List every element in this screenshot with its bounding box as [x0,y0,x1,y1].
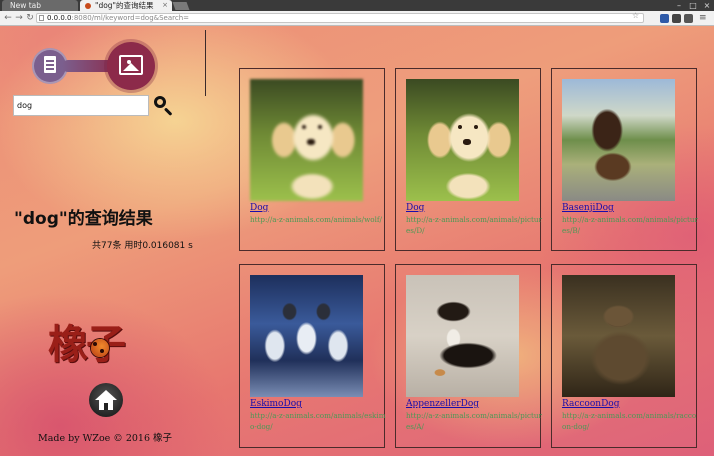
result-image[interactable] [562,79,675,201]
result-url: http://a-z-animals.com/animals/eskimo-do… [250,411,386,431]
page-icon [39,15,44,21]
bookmark-star-icon[interactable]: ☆ [632,11,639,20]
maximize-icon[interactable]: □ [686,0,700,11]
result-card[interactable]: RaccoonDog http://a-z-animals.com/animal… [551,264,697,448]
tab-new-tab[interactable]: New tab [2,0,78,11]
result-card[interactable]: EskimoDog http://a-z-animals.com/animals… [239,264,386,448]
tab-search-results[interactable]: "dog"的查询结果 × [80,0,172,11]
extension-icon[interactable] [684,14,693,23]
address-bar[interactable]: 0.0.0.0:8080/ml/keyword=dog&Search= [36,13,644,23]
close-icon[interactable]: × [162,0,168,11]
search-input[interactable] [13,95,149,116]
new-tab-button[interactable] [172,2,190,10]
result-title-link[interactable]: AppenzellerDog [406,399,479,409]
tab-label: "dog"的查询结果 [95,1,154,10]
result-url: http://a-z-animals.com/animals/pictures/… [406,215,542,235]
footer-credit: Made by WZoe © 2016 橡子 [38,433,173,444]
tab-label: New tab [10,1,42,10]
browser-tab-bar: New tab "dog"的查询结果 × – □ × [0,0,714,11]
vertical-divider [205,30,206,96]
result-card[interactable]: BasenjiDog http://a-z-animals.com/animal… [551,68,698,251]
home-button[interactable] [89,383,123,417]
result-url: http://a-z-animals.com/animals/pictures/… [562,215,698,235]
result-card[interactable]: Dog http://a-z-animals.com/animals/pictu… [395,68,542,251]
url-path: :8080/ml/keyword=dog&Search= [71,14,190,22]
result-title-link[interactable]: BasenjiDog [562,203,614,213]
result-card[interactable]: Dog http://a-z-animals.com/animals/wolf/ [239,68,385,251]
results-title: "dog"的查询结果 [14,209,153,229]
result-image[interactable] [250,79,363,201]
result-card[interactable]: AppenzellerDog http://a-z-animals.com/an… [395,264,542,448]
result-url: http://a-z-animals.com/animals/wolf/ [250,215,382,224]
result-image[interactable] [406,275,519,397]
result-title-link[interactable]: Dog [250,203,268,213]
browser-toolbar: ← → ↻ 0.0.0.0:8080/ml/keyword=dog&Search… [0,11,714,26]
result-title-link[interactable]: RaccoonDog [562,399,619,409]
image-search-icon[interactable] [107,42,155,90]
result-title-link[interactable]: EskimoDog [250,399,302,409]
results-stats: 共77条 用时0.016081 s [92,241,193,251]
ladybug-icon [91,339,109,357]
result-image[interactable] [562,275,675,397]
extension-icon[interactable] [660,14,669,23]
extension-icon[interactable] [672,14,681,23]
page-content: "dog"的查询结果 共77条 用时0.016081 s 橡子 Made by … [0,26,714,456]
brand-logo-text: 橡子 [48,321,126,368]
menu-icon[interactable]: ≡ [699,14,708,23]
favicon-icon [85,3,91,9]
window-close-icon[interactable]: × [700,0,714,11]
search-button[interactable] [152,94,176,118]
search-icon [154,96,166,108]
result-image[interactable] [250,275,363,397]
result-url: http://a-z-animals.com/animals/pictures/… [406,411,542,431]
brand-logo: 橡子 [48,312,126,370]
result-url: http://a-z-animals.com/animals/raccoon-d… [562,411,697,431]
minimize-icon[interactable]: – [672,0,686,11]
result-image[interactable] [406,79,519,201]
url-host: 0.0.0.0 [47,14,72,22]
result-title-link[interactable]: Dog [406,203,424,213]
reload-icon[interactable]: ↻ [24,11,36,25]
